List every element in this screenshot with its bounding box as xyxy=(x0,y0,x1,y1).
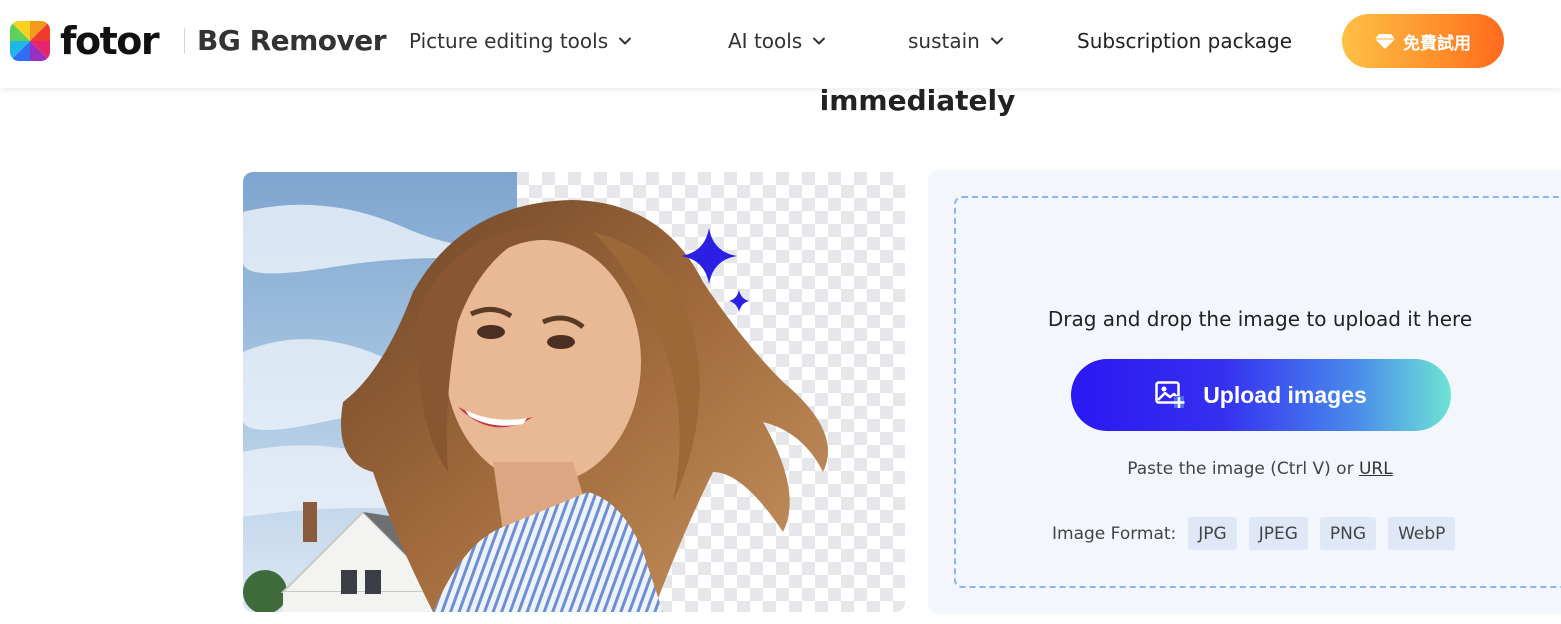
upload-images-label: Upload images xyxy=(1203,381,1367,408)
chevron-down-icon xyxy=(990,37,1003,45)
demo-image xyxy=(243,172,905,612)
header-divider xyxy=(184,28,185,54)
product-name: BG Remover xyxy=(197,24,387,57)
format-label: Image Format: xyxy=(1052,523,1177,544)
nav-picture-editing-tools[interactable]: Picture editing tools xyxy=(409,28,632,54)
drop-instructions: Drag and drop the image to upload it her… xyxy=(1047,307,1473,331)
nav-label: Picture editing tools xyxy=(409,29,609,53)
paste-text: Paste the image (Ctrl V) or xyxy=(1127,459,1354,479)
add-image-icon xyxy=(1155,381,1185,408)
chevron-down-icon xyxy=(813,37,826,45)
demo-illustration xyxy=(243,172,828,612)
nav-sustain[interactable]: sustain xyxy=(908,28,1004,54)
nav-label: sustain xyxy=(908,29,980,53)
url-link[interactable]: URL xyxy=(1359,459,1393,479)
fotor-logo[interactable]: fotor xyxy=(10,19,160,63)
format-chip-jpg: JPG xyxy=(1188,517,1237,550)
paste-instructions: Paste the image (Ctrl V) or URL xyxy=(955,458,1561,480)
top-navigation-bar: fotor BG Remover Picture editing tools A… xyxy=(0,0,1561,88)
free-trial-label: 免費試用 xyxy=(1403,33,1471,53)
diamond-icon xyxy=(1375,34,1395,49)
upload-images-button[interactable]: Upload images xyxy=(1071,359,1451,431)
format-chip-webp: WebP xyxy=(1388,517,1456,550)
nav-subscription-package[interactable]: Subscription package xyxy=(1077,28,1292,54)
page-heading: immediately xyxy=(819,84,1016,117)
nav-label: Subscription package xyxy=(1077,29,1293,53)
nav-ai-tools[interactable]: AI tools xyxy=(728,28,826,54)
fotor-logo-icon xyxy=(10,21,50,61)
free-trial-button[interactable]: 免費試用 xyxy=(1342,14,1504,68)
chevron-down-icon xyxy=(619,37,632,45)
format-chip-png: PNG xyxy=(1319,517,1377,550)
nav-label: AI tools xyxy=(728,29,803,53)
fotor-logo-text: fotor xyxy=(60,19,160,63)
image-format-row: Image Format: JPG JPEG PNG WebP xyxy=(1052,517,1467,550)
format-chip-jpeg: JPEG xyxy=(1248,517,1308,550)
